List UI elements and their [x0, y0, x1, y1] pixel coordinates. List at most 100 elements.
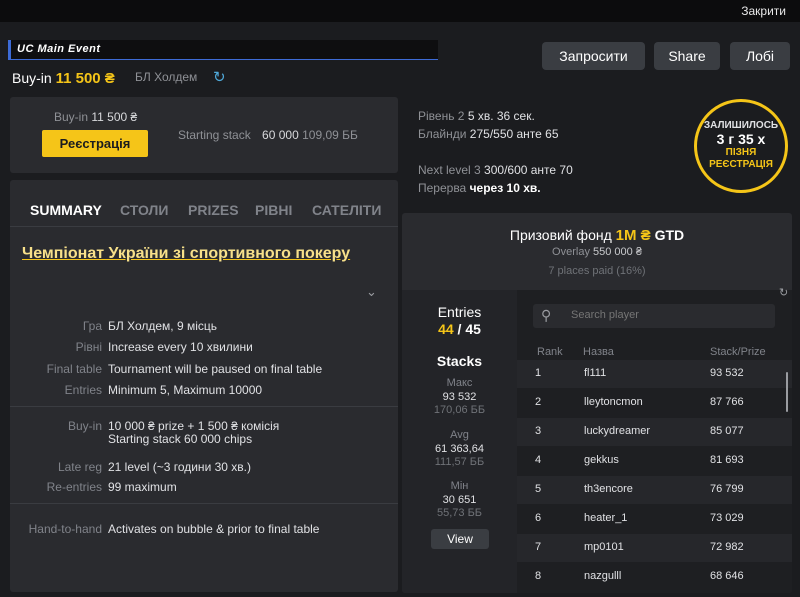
row-rank: 1	[535, 367, 542, 379]
refresh-icon[interactable]: ↻	[213, 68, 226, 86]
blinds: Блайнди 275/550 анте 65	[418, 125, 573, 143]
buyin-detail-label: Buy-in	[67, 419, 102, 433]
entries-value: Minimum 5, Maximum 10000	[108, 383, 263, 397]
close-button[interactable]: Закрити	[741, 4, 786, 18]
name-header[interactable]: Назва	[583, 346, 614, 358]
buyin-detail-line2: Starting stack 60 000 chips	[108, 432, 253, 446]
prize-overlay: Overlay 550 000 ₴	[402, 246, 792, 258]
row-rank: 2	[535, 396, 542, 408]
blinds-label: Блайнди	[418, 127, 467, 141]
break-value: через 10 хв.	[469, 181, 541, 195]
tournament-title: UC Main Event	[17, 43, 101, 55]
share-button[interactable]: Share	[654, 42, 720, 70]
avg-value: 61 363,64	[435, 443, 484, 455]
reentries-label: Re-entries	[46, 480, 102, 494]
table-row[interactable]: 7 mp0101 72 982	[517, 534, 792, 562]
tab-levels[interactable]: РІВНІ	[255, 202, 292, 218]
entries-current: 44	[438, 321, 454, 337]
reentries-value: 99 maximum	[108, 480, 177, 494]
player-search[interactable]: ⚲	[533, 304, 775, 328]
late-reg-value: 21 level (~3 години 30 хв.)	[108, 460, 251, 474]
levels-value: Increase every 10 хвилини	[108, 340, 253, 354]
table-row[interactable]: 5 th3encore 76 799	[517, 476, 792, 504]
summary-title[interactable]: Чемпіонат України зі спортивного покеру	[22, 244, 352, 264]
header-buyin-value: 11 500 ₴	[55, 70, 115, 87]
current-level-time: 5 хв. 36 сек.	[467, 109, 535, 123]
registration-buyin-label: Buy-in	[54, 110, 89, 124]
overlay-label: Overlay	[552, 246, 590, 258]
table-row[interactable]: 6 heater_1 73 029	[517, 505, 792, 533]
table-row[interactable]: 3 luckydreamer 85 077	[517, 418, 792, 446]
max-bb: 170,06 ББ	[433, 404, 486, 416]
tab-satellites[interactable]: САТЕЛІТИ	[312, 202, 381, 218]
row-stack: 68 646	[710, 570, 744, 582]
lobby-button[interactable]: Лобі	[730, 42, 790, 70]
row-name: gekkus	[584, 454, 619, 466]
view-stacks-button[interactable]: View	[431, 529, 489, 549]
max-label: Макс	[446, 377, 473, 389]
prize-pool-title: Призовий фонд 1M ₴ GTD	[402, 227, 792, 244]
register-button[interactable]: Реєстрація	[42, 130, 148, 157]
overlay-value: 550 000 ₴	[593, 246, 642, 258]
table-row[interactable]: 8 nazgulll 68 646	[517, 563, 792, 591]
next-level-value: 300/600 анте 70	[484, 163, 573, 177]
stats-column: Entries 44 / 45 Stacks Макс 93 532 170,0…	[402, 290, 517, 593]
row-stack: 93 532	[710, 367, 744, 379]
final-table-value: Tournament will be paused on final table	[108, 362, 323, 376]
row-rank: 4	[535, 454, 542, 466]
row-name: nazgulll	[584, 570, 622, 582]
search-input[interactable]	[571, 309, 761, 321]
tab-summary[interactable]: SUMMARY	[30, 202, 102, 218]
max-value: 93 532	[442, 391, 477, 403]
prize-pool-amount: 1M ₴	[615, 227, 651, 244]
row-rank: 7	[535, 541, 542, 553]
reload-icon[interactable]: ↻	[779, 286, 788, 299]
entries-separator: /	[457, 321, 462, 337]
table-row[interactable]: 1 fl111 93 532	[517, 360, 792, 388]
invite-button[interactable]: Запросити	[542, 42, 645, 70]
tab-tables[interactable]: СТОЛИ	[120, 202, 168, 218]
blinds-value: 275/550 анте 65	[469, 127, 559, 141]
chevron-down-icon[interactable]: ⌄	[366, 284, 377, 300]
next-level-label: Next level 3	[418, 163, 481, 177]
starting-stack-bb: 109,09 ББ	[302, 128, 358, 142]
tabs-divider	[10, 226, 398, 227]
players-list: ↻ ⚲ Rank Назва Stack/Prize 1 fl111 93 53…	[517, 287, 792, 593]
levels-label: Рівні	[75, 340, 102, 354]
row-stack: 72 982	[710, 541, 744, 553]
row-stack: 85 077	[710, 425, 744, 437]
stack-header[interactable]: Stack/Prize	[710, 346, 766, 358]
summary-title-text[interactable]: Чемпіонат України зі спортивного покеру	[22, 245, 350, 262]
entries-count: 44 / 45	[402, 321, 517, 337]
summary-divider	[10, 503, 398, 504]
row-name: heater_1	[584, 512, 628, 524]
prize-pool-gtd: GTD	[654, 227, 685, 243]
players-scrollbar[interactable]	[786, 372, 788, 412]
avg-label: Avg	[450, 429, 469, 441]
starting-stack-value: 60 000	[262, 128, 299, 142]
registration-card: Buy-in 11 500 ₴ Реєстрація Starting stac…	[10, 97, 398, 173]
row-stack: 76 799	[710, 483, 744, 495]
hand-to-hand-label: Hand-to-hand	[28, 522, 102, 536]
break-label: Перерва	[418, 181, 467, 195]
row-rank: 3	[535, 425, 542, 437]
level-spacer	[418, 143, 573, 161]
tab-prizes[interactable]: PRIZES	[188, 202, 239, 218]
current-level: Рівень 2 5 хв. 36 сек.	[418, 107, 573, 125]
rank-header[interactable]: Rank	[537, 346, 563, 358]
row-rank: 5	[535, 483, 542, 495]
game-value: БЛ Холдем, 9 місць	[108, 319, 218, 333]
tournament-title-banner: UC Main Event	[8, 40, 438, 60]
table-row[interactable]: 2 lleytoncmon 87 766	[517, 389, 792, 417]
table-row[interactable]: 4 gekkus 81 693	[517, 447, 792, 475]
badge-registration-label: РЕЄСТРАЦІЯ	[709, 159, 773, 170]
row-stack: 87 766	[710, 396, 744, 408]
summary-divider	[10, 406, 398, 407]
starting-stack-label: Starting stack	[178, 128, 251, 142]
prize-pool-card: Призовий фонд 1M ₴ GTD Overlay 550 000 ₴…	[402, 213, 792, 593]
entries-title: Entries	[437, 304, 482, 320]
badge-remaining-label: ЗАЛИШИЛОСЬ	[703, 120, 779, 131]
level-info: Рівень 2 5 хв. 36 сек. Блайнди 275/550 а…	[418, 107, 573, 197]
row-name: mp0101	[584, 541, 624, 553]
places-paid: 7 places paid (16%)	[548, 265, 646, 277]
